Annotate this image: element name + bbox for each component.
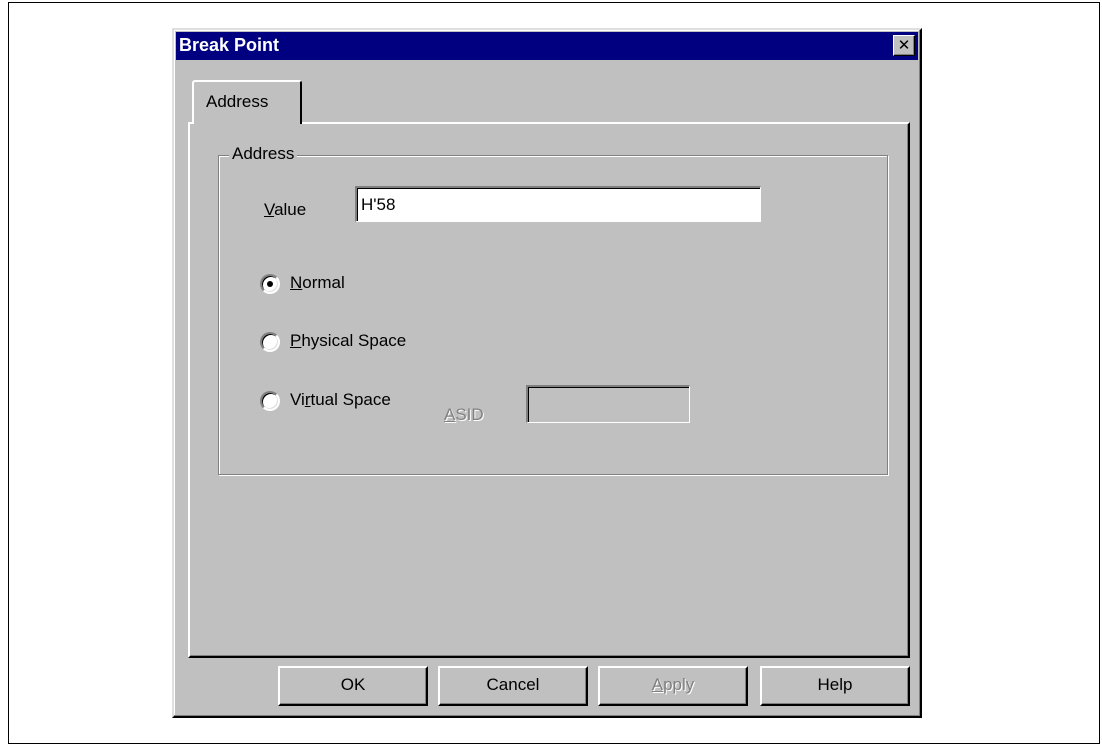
ok-button[interactable]: OK bbox=[278, 666, 428, 706]
radio-physical-space-label: Physical Space bbox=[290, 331, 407, 350]
close-button[interactable]: ✕ bbox=[893, 35, 915, 56]
radio-selected-dot bbox=[267, 281, 273, 287]
apply-button[interactable]: Apply bbox=[598, 666, 748, 706]
radio-normal-circle bbox=[260, 274, 280, 294]
tab-address-label: Address bbox=[206, 92, 269, 111]
radio-normal[interactable]: Normal bbox=[260, 273, 370, 298]
value-label: Value bbox=[264, 200, 307, 219]
dialog-title: Break Point bbox=[179, 35, 280, 55]
address-group-legend: Address bbox=[229, 144, 298, 164]
tab-address[interactable]: Address bbox=[192, 80, 302, 124]
radio-normal-label: Normal bbox=[290, 273, 345, 292]
radio-virtual-space-circle bbox=[260, 391, 280, 411]
radio-virtual-space-label: Virtual Space bbox=[290, 390, 391, 409]
radio-physical-space-circle bbox=[260, 332, 280, 352]
radio-virtual-space[interactable]: Virtual Space bbox=[260, 390, 430, 415]
title-bar[interactable]: Break Point ✕ bbox=[176, 32, 918, 60]
value-input[interactable] bbox=[355, 186, 761, 222]
tab-panel-address: Address Value Normal Physical Space Virt… bbox=[188, 122, 910, 658]
break-point-dialog: Break Point ✕ Address Address Value Norm… bbox=[172, 28, 922, 718]
asid-label: ASID bbox=[444, 405, 484, 424]
help-button[interactable]: Help bbox=[760, 666, 910, 706]
address-groupbox: Address Value Normal Physical Space Virt… bbox=[218, 144, 888, 475]
cancel-button[interactable]: Cancel bbox=[438, 666, 588, 706]
asid-input[interactable] bbox=[526, 385, 690, 423]
close-icon: ✕ bbox=[897, 36, 911, 54]
radio-physical-space[interactable]: Physical Space bbox=[260, 331, 450, 356]
